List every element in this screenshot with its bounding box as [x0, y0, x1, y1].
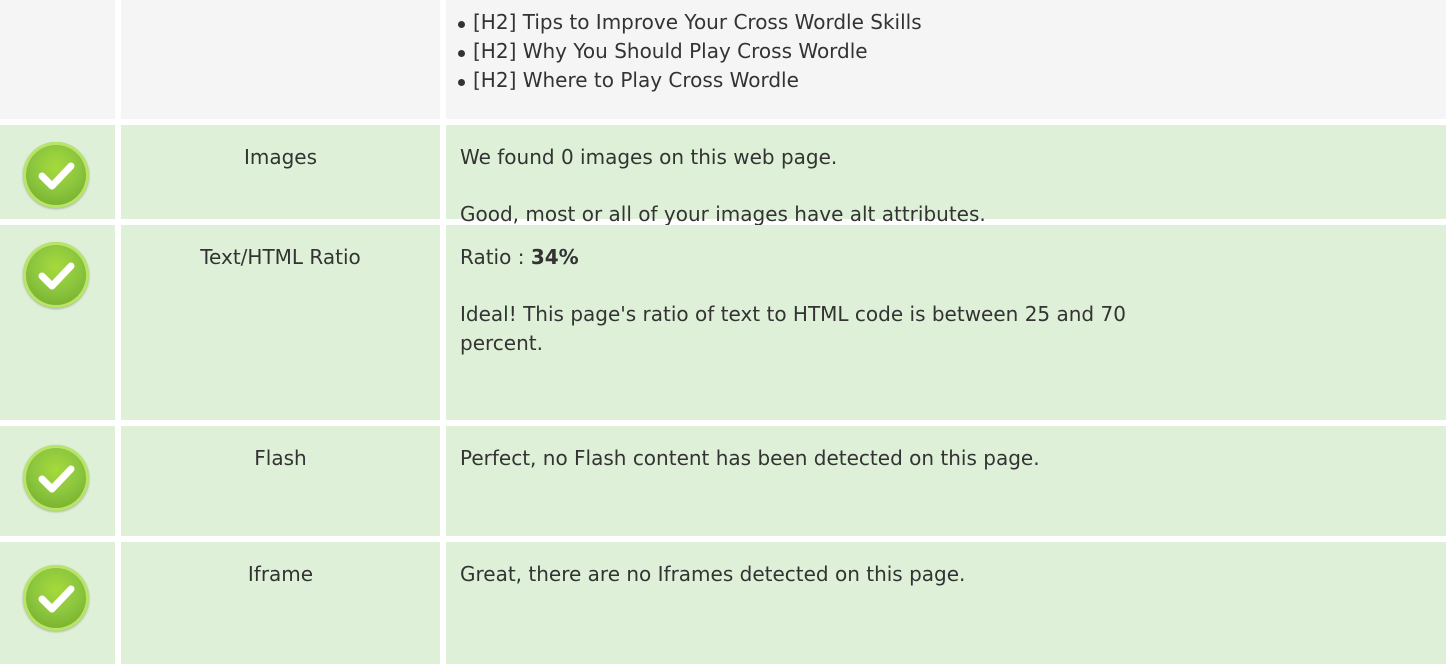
check-circle-icon: [23, 565, 89, 631]
headings-list: [H2] Tips to Improve Your Cross Wordle S…: [455, 0, 922, 95]
check-content-cell: We found 0 images on this web page. Good…: [446, 125, 1446, 226]
check-label: Images: [243, 145, 318, 169]
heading-item: [H2] Where to Play Cross Wordle: [455, 66, 922, 95]
check-content-cell: Great, there are no Iframes detected on …: [446, 542, 1446, 664]
ratio-prefix: Ratio :: [460, 245, 531, 269]
check-row-images: Images We found 0 images on this web pag…: [0, 125, 1446, 226]
check-label-cell: Iframe: [121, 542, 440, 664]
status-icon-cell: [0, 125, 115, 219]
status-icon-cell: [0, 225, 115, 420]
check-content-cell: Perfect, no Flash content has been detec…: [446, 426, 1446, 536]
status-icon-cell: [0, 542, 115, 664]
check-row-flash: Flash Perfect, no Flash content has been…: [0, 426, 1446, 536]
check-result-text: Great, there are no Iframes detected on …: [460, 562, 966, 586]
check-label-cell: Text/HTML Ratio: [121, 225, 440, 420]
status-icon-cell: [0, 426, 115, 536]
check-result-text: Perfect, no Flash content has been detec…: [460, 446, 1040, 470]
check-label: Iframe: [247, 562, 314, 586]
ratio-value: 34%: [530, 245, 579, 269]
check-result-text: We found 0 images on this web page.: [460, 145, 838, 169]
heading-item: [H2] Why You Should Play Cross Wordle: [455, 37, 922, 66]
check-label-cell: Images: [121, 125, 440, 219]
heading-item: [H2] Tips to Improve Your Cross Wordle S…: [455, 8, 922, 37]
check-label: Text/HTML Ratio: [200, 245, 361, 269]
ratio-line: Ratio : 34%: [460, 243, 1426, 272]
check-advice-text: Ideal! This page's ratio of text to HTML…: [460, 302, 1126, 355]
check-content-cell: Ratio : 34% Ideal! This page's ratio of …: [446, 225, 1446, 420]
check-row-iframe: Iframe Great, there are no Iframes detec…: [0, 542, 1446, 664]
check-label-cell: Flash: [121, 426, 440, 536]
check-circle-icon: [23, 142, 89, 208]
headings-icon-cell: [0, 0, 115, 119]
check-row-text-html-ratio: Text/HTML Ratio Ratio : 34% Ideal! This …: [0, 225, 1446, 420]
check-circle-icon: [23, 242, 89, 308]
check-circle-icon: [23, 445, 89, 511]
check-label: Flash: [254, 446, 307, 470]
headings-label-cell: [121, 0, 440, 119]
